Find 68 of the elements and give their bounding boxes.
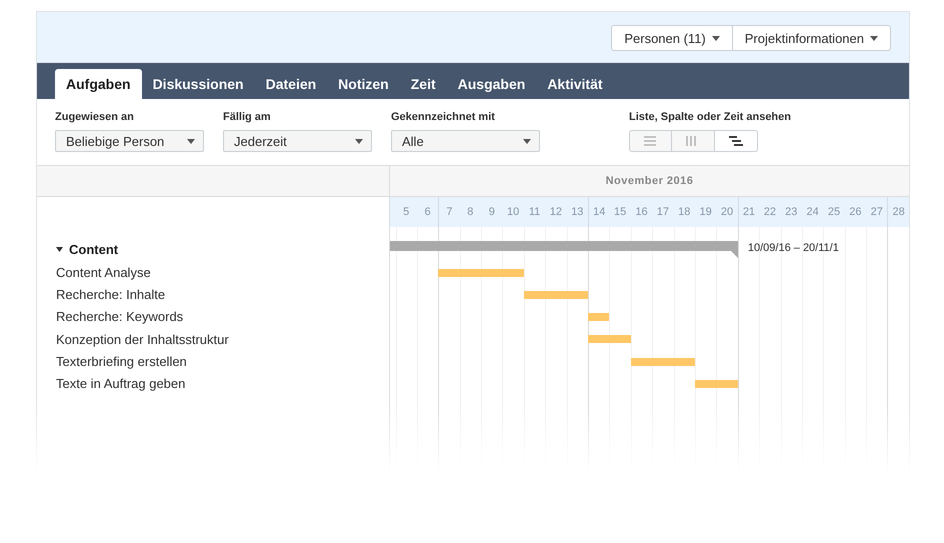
day-label: 26 <box>848 205 863 220</box>
task-name[interactable]: Recherche: Inhalte <box>56 283 389 306</box>
summary-bar[interactable] <box>390 241 738 251</box>
caret-icon <box>870 36 878 40</box>
date-range: 10/09/16 – 20/11/1 <box>748 242 839 254</box>
caret-icon[interactable] <box>56 246 63 252</box>
day-label: 18 <box>677 205 692 220</box>
filter-label: Fällig am <box>223 111 272 124</box>
dropdown-button[interactable]: Projektinformationen <box>732 25 891 51</box>
day-label: 10 <box>506 205 520 220</box>
tab[interactable]: Zeit <box>400 69 447 99</box>
caret-icon <box>712 36 720 40</box>
caret-icon <box>187 138 195 144</box>
day-label: 16 <box>634 205 649 220</box>
day-label: 20 <box>720 205 734 220</box>
month-label: November 2016 <box>606 175 694 187</box>
tab[interactable]: Diskussionen <box>142 69 255 99</box>
task-name[interactable]: Recherche: Keywords <box>56 306 389 328</box>
task-bar[interactable] <box>438 268 524 276</box>
day-label: 12 <box>548 205 564 220</box>
day-label: 22 <box>762 205 777 220</box>
tab[interactable]: Ausgaben <box>446 69 536 99</box>
task-bar[interactable] <box>630 358 695 366</box>
day-label: 11 <box>528 205 542 220</box>
dropdown-button[interactable]: Personen (11) <box>611 25 733 51</box>
day-label: 19 <box>698 205 713 220</box>
task-bar[interactable] <box>588 313 610 322</box>
day-label: 9 <box>488 205 496 220</box>
group-name: Content <box>69 242 118 256</box>
task-bar[interactable] <box>524 290 588 299</box>
filter-label: Gekennzeichnet mit <box>391 111 496 124</box>
tab[interactable]: Aufgaben <box>55 69 142 99</box>
tab[interactable]: Notizen <box>327 69 400 99</box>
select-field[interactable]: Jederzeit <box>223 130 372 152</box>
day-label: 21 <box>738 197 760 227</box>
day-label: 28 <box>887 197 909 227</box>
task-name[interactable]: Konzeption der Inhaltsstruktur <box>56 328 389 350</box>
day-label: 15 <box>612 205 628 220</box>
view-toggle-button[interactable] <box>629 130 672 152</box>
day-label: 27 <box>870 205 884 220</box>
day-label: 5 <box>402 205 410 220</box>
day-label: 8 <box>466 205 474 220</box>
list-icon <box>644 136 658 146</box>
caret-icon <box>355 138 363 144</box>
view-toggle-button[interactable] <box>672 130 715 152</box>
task-name[interactable]: Content Analyse <box>56 261 389 284</box>
select-field[interactable]: Alle <box>391 130 540 152</box>
task-bar[interactable] <box>588 335 631 344</box>
tab[interactable]: Aktivität <box>536 69 614 99</box>
day-label: 23 <box>784 205 798 220</box>
view-toggle-button[interactable] <box>715 130 758 152</box>
day-label: 25 <box>826 205 842 220</box>
day-label: 14 <box>588 197 610 227</box>
task-name[interactable]: Texterbriefing erstellen <box>56 350 389 372</box>
tab[interactable]: Dateien <box>254 69 328 99</box>
summary-end-marker <box>730 251 738 258</box>
task-bar[interactable] <box>694 380 738 388</box>
day-label: 24 <box>805 205 820 220</box>
task-name[interactable]: Texte in Auftrag geben <box>56 372 389 395</box>
filter-label: Zugewiesen an <box>55 111 135 124</box>
timeline-icon <box>729 136 743 146</box>
day-label: 7 <box>438 197 460 227</box>
view-label: Liste, Spalte oder Zeit ansehen <box>629 111 791 124</box>
day-label: 6 <box>424 205 432 220</box>
day-label: 13 <box>570 205 584 220</box>
select-field[interactable]: Beliebige Person <box>55 130 204 152</box>
caret-icon <box>523 138 531 144</box>
day-label: 17 <box>656 205 670 220</box>
